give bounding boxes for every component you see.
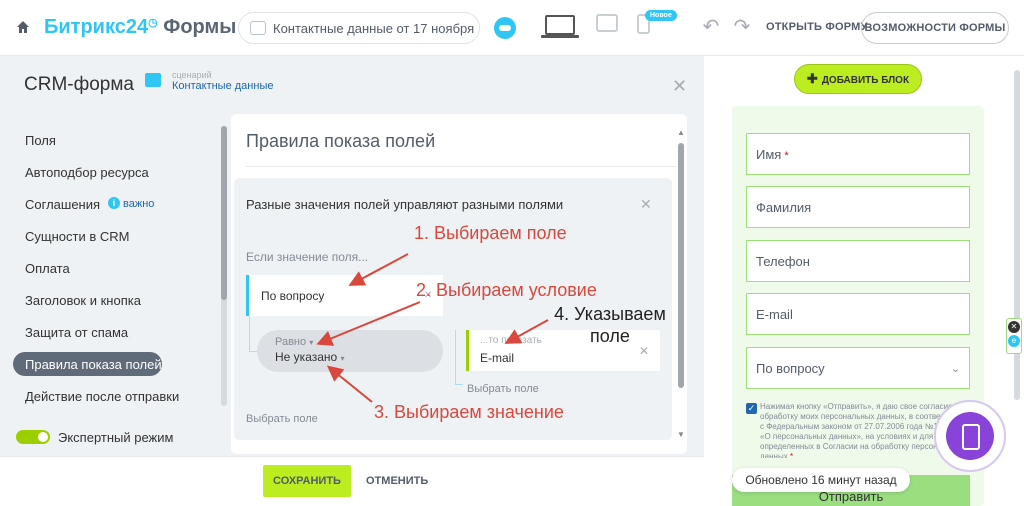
cloud-save-icon[interactable]: [494, 17, 516, 39]
sidebar-title: CRM-форма: [24, 74, 134, 95]
annotation-step-3: 3. Выбираем значение: [374, 402, 564, 422]
important-label[interactable]: важно: [123, 198, 154, 210]
side-widget[interactable]: ✕ e: [1006, 318, 1022, 354]
condition-operator[interactable]: Равно ▾: [275, 336, 313, 348]
preview-field-phone[interactable]: Телефон: [746, 240, 970, 282]
expert-mode-toggle[interactable]: [16, 430, 50, 444]
document-icon: [250, 21, 266, 35]
panel-scrollbar[interactable]: [678, 143, 684, 388]
desktop-view-icon[interactable]: [541, 15, 579, 38]
if-label: Если значение поля...: [246, 250, 369, 264]
target-label: ...то показать: [480, 335, 542, 346]
logo[interactable]: Битрикс24◷ Формы: [44, 16, 236, 39]
new-badge: Новое: [645, 10, 677, 21]
sidebar-item-spam[interactable]: Защита от спама: [25, 325, 128, 340]
chevron-down-icon: ⌄: [951, 363, 961, 375]
info-icon: i: [108, 197, 120, 209]
scroll-up-icon[interactable]: ▲: [677, 128, 685, 137]
redo-icon[interactable]: ↷: [731, 16, 753, 38]
condition-field-select[interactable]: По вопросу: [246, 275, 443, 316]
annotation-step-4: 4. Указываем поле: [554, 304, 666, 346]
form-features-button[interactable]: ВОЗМОЖНОСТИ ФОРМЫ: [861, 12, 1009, 44]
updated-status: Обновлено 16 минут назад: [732, 468, 910, 492]
document-title-pill[interactable]: Контактные данные от 17 ноября: [238, 12, 480, 44]
preview-field-topic[interactable]: По вопросу: [746, 347, 970, 389]
document-title: Контактные данные от 17 ноября: [273, 21, 475, 36]
plus-icon: ✚: [806, 71, 818, 86]
rule-title: Разные значения полей управляют разными …: [246, 197, 564, 212]
sidebar-item-resource[interactable]: Автоподбор ресурса: [25, 165, 149, 180]
consent-checkbox[interactable]: ✓: [746, 403, 757, 414]
save-button[interactable]: СОХРАНИТЬ: [263, 465, 351, 497]
divider: [246, 166, 676, 167]
rule-close-icon[interactable]: ✕: [640, 196, 652, 213]
scroll-down-icon[interactable]: ▼: [677, 430, 685, 439]
panel-title: Правила показа полей: [246, 131, 436, 151]
sidebar-item-header-button[interactable]: Заголовок и кнопка: [25, 293, 141, 308]
sidebar-item-crm-entities[interactable]: Сущности в CRM: [25, 229, 129, 244]
select-field-link[interactable]: Выбрать поле: [246, 413, 318, 425]
target-value[interactable]: E-mail: [480, 351, 514, 365]
close-icon[interactable]: ✕: [672, 76, 687, 97]
annotation-step-1: 1. Выбираем поле: [414, 223, 567, 243]
add-block-button[interactable]: ✚ ДОБАВИТЬ БЛОК: [794, 64, 922, 94]
annotation-step-2: 2. Выбираем условие: [416, 280, 597, 300]
sidebar-item-after-submit[interactable]: Действие после отправки: [25, 389, 179, 404]
preview-field-email[interactable]: E-mail: [746, 293, 970, 335]
close-icon[interactable]: ✕: [1008, 321, 1020, 333]
phone-icon[interactable]: [946, 412, 994, 460]
preview-field-lastname[interactable]: Фамилия: [746, 186, 970, 228]
sidebar-item-fields[interactable]: Поля: [25, 133, 56, 148]
sidebar-item-field-rules[interactable]: Правила показа полей: [13, 352, 162, 376]
sidebar-item-agreements[interactable]: Соглашения: [25, 197, 100, 212]
tree-line: [249, 316, 250, 352]
tree-line: [455, 330, 456, 384]
open-form-link[interactable]: ОТКРЫТЬ ФОРМУ: [766, 21, 868, 33]
bottom-bar: [0, 456, 704, 506]
tree-line: [455, 384, 463, 385]
scenario-icon: [145, 73, 161, 87]
select-target-field-link[interactable]: Выбрать поле: [467, 383, 539, 395]
expert-mode-label: Экспертный режим: [58, 430, 174, 445]
sidebar-scrollbar[interactable]: [221, 126, 227, 406]
home-icon[interactable]: [16, 20, 30, 34]
preview-field-name[interactable]: Имя *: [746, 133, 970, 175]
tree-line: [249, 351, 257, 352]
scenario-label: сценарий: [172, 70, 212, 80]
cancel-button[interactable]: ОТМЕНИТЬ: [366, 475, 428, 487]
chat-icon[interactable]: e: [1008, 335, 1020, 347]
condition-value[interactable]: Не указано ▾: [275, 350, 345, 364]
tablet-view-icon[interactable]: [596, 14, 618, 32]
scenario-value[interactable]: Контактные данные: [172, 80, 273, 92]
undo-icon[interactable]: ↶: [700, 16, 722, 38]
sidebar-item-payment[interactable]: Оплата: [25, 261, 70, 276]
